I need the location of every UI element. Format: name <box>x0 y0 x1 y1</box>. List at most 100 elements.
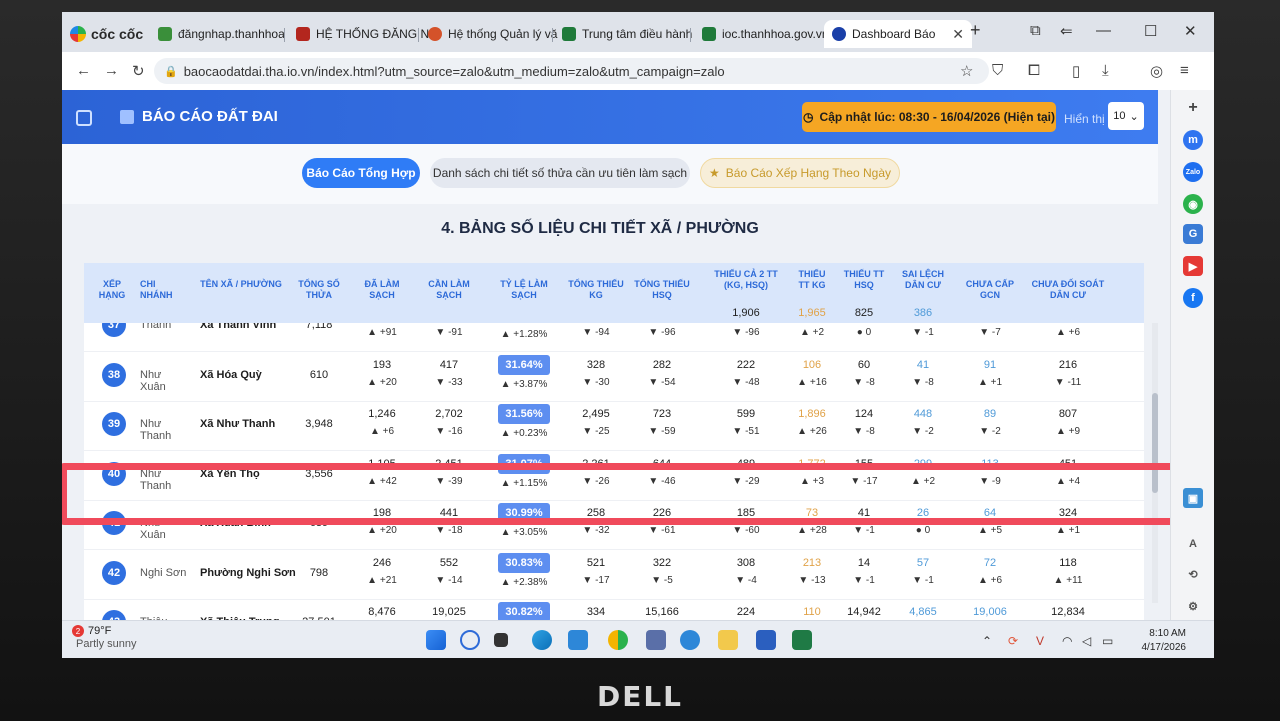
settings-gear-icon[interactable]: ⚙ <box>1183 596 1203 616</box>
wifi-icon[interactable]: ◠ <box>1062 634 1072 648</box>
zalo-taskbar-icon[interactable] <box>680 630 700 650</box>
minimize-button[interactable]: — <box>1096 22 1111 39</box>
screenshot-icon[interactable]: ⧉ <box>1030 22 1041 39</box>
show-count-select[interactable]: 10 ⌄ <box>1108 102 1144 130</box>
gcn-delta: ▲ +6 <box>977 574 1003 586</box>
col-rec[interactable]: CHƯA ĐỐI SOÁT DÂN CƯ <box>1026 279 1110 301</box>
add-sidebar-icon[interactable]: + <box>1183 98 1203 118</box>
shield-icon[interactable]: ⛉ <box>992 62 1003 79</box>
tab-danh-sach-chi-tiet[interactable]: Danh sách chi tiết số thửa cần ưu tiên l… <box>430 158 690 188</box>
table-row[interactable]: 41 Như Xuân Xã Xuân Bình 639 198 ▲ +20 441 ▼ -1… <box>84 499 1144 550</box>
download-icon[interactable]: ⤓ <box>1102 62 1109 79</box>
col-done[interactable]: ĐÃ LÀM SẠCH <box>358 279 406 301</box>
both-cell: 308 <box>736 556 756 569</box>
clock[interactable]: 8:10 AM 4/17/2026 <box>1116 627 1187 655</box>
update-time-badge[interactable]: ◷ Cập nhật lúc: 08:30 - 16/04/2026 (Hiện … <box>802 102 1056 132</box>
tab-label: đăngnhap.thanhhoa <box>178 27 285 41</box>
new-tab-button[interactable]: + <box>970 20 981 41</box>
word-icon[interactable] <box>756 630 776 650</box>
tab-he-thong-dang-nhap[interactable]: HỆ THỐNG ĐĂNG N <box>288 20 432 48</box>
col-miss-hsq[interactable]: TỔNG THIẾU HSQ <box>634 279 690 301</box>
need-cell: 19,025 <box>432 606 466 618</box>
reload-icon[interactable]: ↻ <box>132 62 145 80</box>
scrollbar-thumb[interactable] <box>1152 393 1158 493</box>
table-row[interactable]: 43Thiệu HóaXã Thiệu Trung27,5018,47619,0… <box>84 598 1144 620</box>
col-need[interactable]: CẦN LÀM SẠCH <box>424 279 474 301</box>
history-icon[interactable]: ⟲ <box>1183 564 1203 584</box>
tab-dangnhap[interactable]: đăngnhap.thanhhoa <box>150 20 294 48</box>
tray-vpn-icon[interactable]: V <box>1036 634 1044 648</box>
done-cell: 246 <box>372 556 392 569</box>
rec-delta: ▲ +11 <box>1053 574 1083 586</box>
calculator-icon[interactable] <box>646 630 666 650</box>
col-name[interactable]: TÊN XÃ / PHƯỜNG <box>196 279 286 290</box>
clock-time: 8:10 AM <box>1149 628 1186 639</box>
close-tab-icon[interactable]: ✕ <box>952 26 964 43</box>
store-icon[interactable] <box>568 630 588 650</box>
table-row[interactable]: 38 Như Xuân Xã Hóa Quỳ 610 193 ▲ +20 417 ▼ -33 3… <box>84 351 1144 402</box>
reading-mode-icon[interactable]: ▯ <box>1072 62 1080 80</box>
table-scrollbar[interactable] <box>1152 323 1158 603</box>
back-icon[interactable]: ← <box>76 62 91 79</box>
translate-text-icon[interactable]: A <box>1183 534 1203 554</box>
windows-start-icon[interactable] <box>426 630 446 650</box>
tab-ioc[interactable]: ioc.thanhhoa.gov.vn <box>694 20 838 48</box>
weather-widget[interactable]: 2 79°F Partly sunny <box>72 625 137 651</box>
forward-icon[interactable]: → <box>104 62 119 79</box>
dev-delta: ▼ -1 <box>912 327 934 338</box>
tab-dashboard-active[interactable]: Dashboard Báo ✕ <box>824 20 972 48</box>
table-row[interactable]: 40 Như Thanh Xã Yên Thọ 3,556 1,105 ▲ +42 2,45… <box>84 450 1144 501</box>
hsq-delta: ▼ -96 <box>648 327 676 338</box>
close-window-button[interactable]: ✕ <box>1184 22 1197 40</box>
col-total[interactable]: TỔNG SỐ THỬA <box>294 279 344 301</box>
tab-tong-hop[interactable]: Báo Cáo Tổng Hợp <box>302 158 420 188</box>
search-icon[interactable] <box>460 630 480 650</box>
dev-delta: ▼ -8 <box>912 376 934 388</box>
total-cell: 7,118 <box>305 323 333 331</box>
col-miss-kg[interactable]: TỔNG THIẾU KG <box>568 279 624 301</box>
volume-icon[interactable]: ◁ <box>1082 634 1091 648</box>
tab-quan-ly-van-ban[interactable]: Hệ thống Quản lý vă <box>420 20 568 48</box>
profile-icon[interactable]: ◎ <box>1150 62 1163 80</box>
file-explorer-icon[interactable] <box>718 630 738 650</box>
col-gcn[interactable]: CHƯA CẤP GCN <box>964 279 1016 301</box>
col-tt-hsq[interactable]: THIẾU TT HSQ <box>840 269 888 291</box>
tray-chevron-icon[interactable]: ⌃ <box>982 634 992 648</box>
messenger-icon[interactable]: m <box>1183 130 1203 150</box>
translate-icon[interactable]: G <box>1183 224 1203 244</box>
col-dev[interactable]: SAI LỆCH DÂN CƯ <box>892 269 954 291</box>
excel-icon[interactable] <box>792 630 812 650</box>
tab-trung-tam-dieu-hanh[interactable]: Trung tâm điều hành <box>554 20 706 48</box>
tray-app-icon[interactable]: ⟳ <box>1008 634 1018 648</box>
col-tt-kg[interactable]: THIẾU TT KG <box>792 269 832 291</box>
col-both[interactable]: THIẾU CẢ 2 TT (KG, HSQ) <box>706 269 786 291</box>
edge-icon[interactable] <box>532 630 552 650</box>
col-branch[interactable]: CHI NHÁNH <box>140 279 184 301</box>
extensions-icon[interactable]: ⧠ <box>1028 62 1040 79</box>
col-rank[interactable]: XẾP HẠNG <box>92 279 132 301</box>
menu-icon[interactable]: ≡ <box>1180 62 1189 79</box>
tthsq-cell: 41 <box>857 507 871 519</box>
task-view-icon[interactable] <box>494 633 508 647</box>
table-row[interactable]: 37 Thành Xã Thành Vinh 7,118 ▲ +91 ▼ -91 ▼ -94… <box>84 323 1144 352</box>
rate-delta: ▲ +1.28% <box>500 329 548 340</box>
screen-capture-icon[interactable]: ▣ <box>1183 488 1203 508</box>
kg-delta: ▼ -30 <box>582 376 610 388</box>
clock-date: 4/17/2026 <box>1141 642 1187 653</box>
tab-xep-hang-theo-ngay[interactable]: ★ Báo Cáo Xếp Hạng Theo Ngày <box>700 158 900 188</box>
battery-icon[interactable]: ▭ <box>1102 634 1113 648</box>
bookmark-star-icon[interactable]: ☆ <box>960 62 973 80</box>
coccoc-taskbar-icon[interactable] <box>608 630 628 650</box>
zalo-icon[interactable]: Zalo <box>1183 162 1203 182</box>
game-icon[interactable]: ◉ <box>1183 194 1203 214</box>
col-rate[interactable]: TỶ LỆ LÀM SẠCH <box>488 279 560 301</box>
history-back-icon[interactable]: ⇐ <box>1060 22 1073 40</box>
ttkg-cell: 1,772 <box>798 457 826 470</box>
url-input[interactable]: 🔒 baocaodatdai.tha.io.vn/index.html?utm_s… <box>154 58 989 84</box>
table-row[interactable]: 42 Nghi Sơn Phường Nghi Sơn 798 246 ▲ +21 552 ▼… <box>84 549 1144 600</box>
youtube-icon[interactable]: ▶ <box>1183 256 1203 276</box>
table-row[interactable]: 39 Như Thanh Xã Như Thanh 3,948 1,246 ▲ +6 2,7… <box>84 400 1144 451</box>
coccoc-logo: cốc cốc <box>70 26 143 42</box>
maximize-button[interactable]: ☐ <box>1144 22 1157 40</box>
facebook-icon[interactable]: f <box>1183 288 1203 308</box>
